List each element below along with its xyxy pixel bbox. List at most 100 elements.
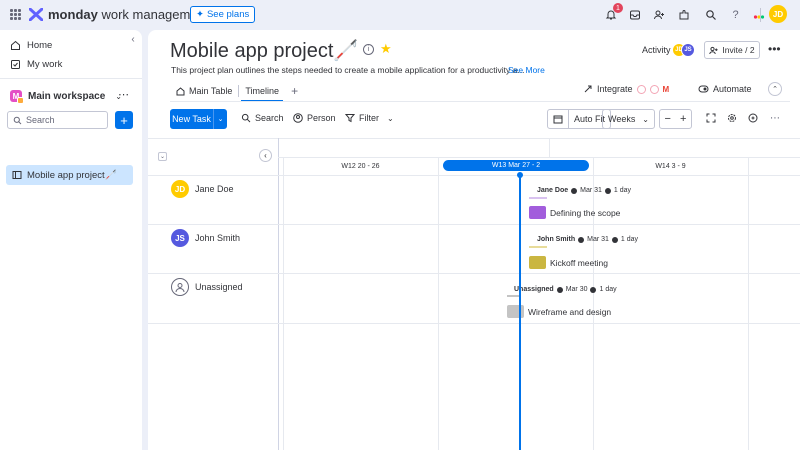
- chevron-down-icon[interactable]: ⌄: [213, 109, 227, 129]
- chevron-down-icon: ⌄: [387, 113, 394, 123]
- settings-gear-icon[interactable]: [727, 113, 737, 126]
- timeline-item-meta: Jane Doe Mar 31 1 day: [537, 187, 632, 194]
- add-view-icon[interactable]: +: [285, 84, 304, 98]
- collapse-header-icon[interactable]: ⌃: [768, 82, 782, 96]
- sidebar-item-home[interactable]: Home: [10, 37, 52, 53]
- workspace-more-icon[interactable]: ⋯: [118, 88, 129, 101]
- timeline-item-bar[interactable]: [529, 206, 546, 219]
- monday-apps-icon[interactable]: [751, 7, 766, 22]
- avatar: JS: [171, 229, 189, 247]
- timeline-item-bar[interactable]: [507, 305, 524, 318]
- board-icon: [12, 171, 22, 179]
- week-header-current: W13 Mar 27 - 2: [443, 160, 589, 171]
- star-icon[interactable]: ★: [380, 41, 392, 57]
- week-header: W14 3 - 9: [655, 162, 686, 170]
- see-more-link[interactable]: See More: [508, 65, 545, 75]
- filter-button[interactable]: Filter ⌄: [345, 113, 394, 123]
- automate-button[interactable]: Automate: [698, 84, 752, 94]
- timeline-row-person: Unassigned: [171, 278, 243, 296]
- sidebar-item-board[interactable]: Mobile app project🦯: [6, 165, 133, 185]
- timeline-item-name[interactable]: Kickoff meeting: [550, 258, 608, 268]
- timeline-top-border: [148, 138, 800, 139]
- calendar-icon[interactable]: [548, 110, 568, 128]
- search-icon: [13, 116, 22, 124]
- more-options-icon[interactable]: ⋯: [770, 113, 780, 124]
- fullscreen-icon[interactable]: [706, 113, 716, 126]
- week-header: W12 20 - 26: [341, 162, 380, 170]
- sidebar-divider: [0, 78, 142, 79]
- help-icon[interactable]: ?: [728, 7, 743, 22]
- see-plans-button[interactable]: ✦ See plans: [190, 6, 256, 23]
- week-header-border: [148, 175, 800, 176]
- search-button[interactable]: Search: [241, 113, 284, 123]
- integrate-button[interactable]: Integrate M: [583, 84, 669, 94]
- timeline-item-meta: Unassigned Mar 30 1 day: [514, 286, 617, 293]
- user-avatar[interactable]: JD: [769, 5, 787, 23]
- timeline-item-line: [529, 246, 547, 248]
- sidebar-search-input[interactable]: Search: [7, 111, 108, 129]
- activity-button[interactable]: Activity: [642, 45, 671, 55]
- ai-assistant-icon[interactable]: [748, 113, 758, 126]
- tab-main-table[interactable]: Main Table: [170, 82, 238, 100]
- avatar: JD: [171, 180, 189, 198]
- search-icon: [241, 113, 251, 123]
- timeline-item-name[interactable]: Defining the scope: [550, 208, 620, 218]
- row-divider: [148, 224, 800, 225]
- invite-button[interactable]: Invite / 2: [704, 41, 760, 59]
- top-bar: monday work management ✦ See plans 1 ? J…: [0, 0, 800, 30]
- week-gridline: [593, 158, 594, 450]
- new-task-button[interactable]: New Task ⌄: [170, 109, 227, 129]
- board-more-icon[interactable]: •••: [768, 42, 781, 56]
- board-description: This project plan outlines the steps nee…: [171, 65, 525, 75]
- collapse-all-icon[interactable]: ⌄: [158, 152, 167, 161]
- brand-name: monday work management: [48, 7, 209, 22]
- integrations-puzzle-icon[interactable]: [676, 7, 691, 22]
- timeline-item-meta: John Smith Mar 31 1 day: [537, 236, 639, 243]
- invite-member-icon[interactable]: [651, 7, 666, 22]
- page-title[interactable]: Mobile app project🦯: [170, 38, 358, 63]
- sidebar-item-my-work[interactable]: My work: [10, 56, 62, 72]
- zoom-in-button[interactable]: +: [680, 113, 686, 125]
- search-icon[interactable]: [703, 7, 718, 22]
- week-gridline: [283, 158, 284, 450]
- zoom-out-button[interactable]: −: [665, 113, 671, 125]
- activity-avatar: JS: [681, 43, 695, 57]
- board-panel: Mobile app project🦯 i ★ This project pla…: [148, 30, 800, 450]
- apps-grid-icon[interactable]: [10, 9, 21, 20]
- sparkle-icon: ✦: [196, 9, 204, 20]
- workspace-selector[interactable]: M Main workspace ⌄: [10, 88, 122, 104]
- today-marker: [519, 174, 521, 450]
- chevron-down-icon: ⌄: [642, 114, 649, 124]
- scroll-back-icon[interactable]: ‹: [259, 149, 272, 162]
- my-work-icon: [11, 59, 20, 69]
- add-item-button[interactable]: +: [115, 111, 133, 129]
- month-divider: [549, 138, 550, 158]
- collapse-sidebar-icon[interactable]: ‹: [128, 33, 138, 45]
- person-icon: [293, 113, 303, 123]
- integrate-icon: [584, 85, 592, 93]
- filter-icon: [345, 114, 355, 123]
- sidebar: ‹ Home My work M Main workspace ⌄ ⋯ Sear…: [0, 30, 142, 450]
- top-divider: [760, 8, 761, 22]
- inbox-icon[interactable]: [627, 7, 642, 22]
- row-divider: [148, 273, 800, 274]
- view-tabs: Main Table Timeline +: [170, 82, 304, 102]
- zoom-unit-select[interactable]: Weeks ⌄: [602, 109, 655, 129]
- timeline-item-name[interactable]: Wireframe and design: [528, 307, 611, 317]
- info-icon[interactable]: i: [363, 44, 374, 55]
- week-gridline: [438, 158, 439, 450]
- row-divider: [148, 323, 800, 324]
- home-icon: [176, 86, 185, 95]
- notification-badge: 1: [613, 3, 623, 13]
- monday-logo-icon: [29, 8, 43, 21]
- integration-app-icon: [636, 84, 646, 94]
- automate-icon: [698, 85, 709, 93]
- workspace-badge: M: [10, 90, 24, 104]
- tab-timeline[interactable]: Timeline: [239, 82, 285, 102]
- person-filter-button[interactable]: Person: [293, 113, 336, 123]
- invite-icon: [709, 46, 719, 54]
- tabs-underline: [170, 101, 790, 102]
- timeline-item-bar[interactable]: [529, 256, 546, 269]
- gmail-icon: M: [662, 84, 670, 94]
- unassigned-avatar-icon: [171, 278, 189, 296]
